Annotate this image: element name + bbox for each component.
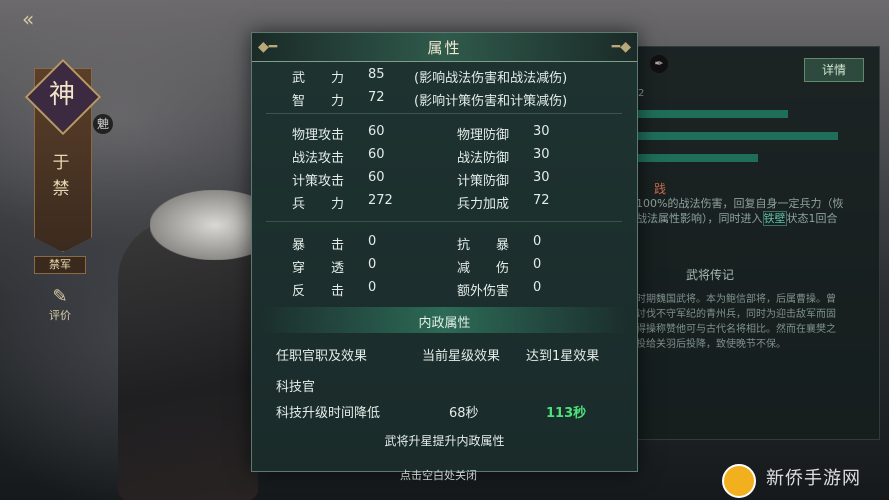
rank-label: 神 (48, 80, 75, 110)
stat-value: 30 (533, 170, 550, 185)
bio-title: 武将传记 (686, 268, 735, 282)
faction-seal-icon: 䰠 (93, 114, 113, 134)
stat-name: 穿 透 (292, 261, 345, 276)
skill-desc-text: 战法属性影响），同时进入 (636, 212, 763, 225)
stat-value: 60 (368, 124, 385, 139)
stat-value: 0 (368, 234, 377, 249)
back-arrow-icon[interactable]: « (22, 8, 62, 30)
skill-name: 践 (654, 182, 667, 196)
general-name-char-1: 于 (52, 153, 70, 173)
stat-value: 0 (533, 257, 542, 272)
general-name-char-2: 禁 (52, 179, 70, 199)
footer-note: 武将升星提升内政属性 (384, 434, 505, 448)
stat-value: 60 (368, 170, 385, 185)
modal-title: 属性 (427, 39, 462, 57)
stat-value: 60 (368, 147, 385, 162)
general-figure (118, 220, 258, 500)
progress-bar-2 (638, 132, 838, 140)
skill-description: 100%的战法伤害，回复自身一定兵力（恢 战法属性影响），同时进入铁壁状态1回合 (636, 196, 864, 226)
stat-name: 反 击 (292, 284, 345, 299)
bio-line: 讨伐不守军纪的青州兵，同时为迎击敌军而固 (636, 309, 836, 320)
bio-line: 得操称赞他可与古代名将相比。然而在襄樊之 (636, 324, 836, 335)
stat-name: 兵 力 (292, 197, 345, 212)
bio-line: 时期魏国武将。本为鲍信部将，后属曹操。曾 (636, 294, 836, 305)
stat-value: 30 (533, 124, 550, 139)
skill-desc-line-1: 100%的战法伤害，回复自身一定兵力（恢 (636, 197, 844, 210)
stat-name: 兵力加成 (457, 197, 510, 212)
stat-value: 85 (368, 67, 385, 82)
internal-effect-current: 68秒 (449, 406, 479, 421)
stat-name: 物理防御 (457, 128, 510, 143)
close-hint[interactable]: 点击空白处关闭 (400, 467, 477, 483)
internal-header-next: 达到1星效果 (526, 349, 600, 364)
skill-type-icon: ✒ (650, 55, 668, 73)
stat-value: 72 (533, 193, 550, 208)
attributes-modal: ◆━ 属性 ━◆ 武 力 85 (影响战法伤害和战法减伤) 智 力 72 (影响… (251, 32, 638, 472)
stat-name: 暴 击 (292, 238, 345, 253)
watermark: 新侨手游网 (722, 458, 882, 498)
stat-name: 武 力 (292, 71, 345, 86)
review-label: 评价 (49, 309, 71, 322)
internal-header-post: 任职官职及效果 (276, 349, 368, 364)
stat-value: 272 (368, 193, 393, 208)
stat-name: 抗 暴 (457, 238, 510, 253)
stat-name: 智 力 (292, 94, 345, 109)
internal-header-current: 当前星级效果 (422, 349, 501, 364)
internal-section-title: 内政属性 (418, 316, 471, 331)
stat-value: 0 (533, 280, 542, 295)
bio-line: 投给关羽后投降，致使晚节不保。 (636, 339, 786, 350)
stat-value: 0 (533, 234, 542, 249)
skill-desc-end: 状态1回合 (786, 212, 838, 225)
divider (266, 221, 622, 222)
stat-name: 计策攻击 (292, 174, 345, 189)
review-button[interactable]: ✎ 评价 (44, 286, 76, 323)
progress-bar-3 (638, 154, 758, 162)
stat-value: 0 (368, 257, 377, 272)
stat-value: 72 (368, 90, 385, 105)
stat-name: 额外伤害 (457, 284, 510, 299)
stat-name: 物理攻击 (292, 128, 345, 143)
watermark-text: 新侨手游网 (766, 468, 861, 489)
stat-desc: (影响战法伤害和战法减伤) (414, 71, 568, 86)
star-count: 2 (638, 88, 645, 99)
progress-bar-1 (638, 110, 788, 118)
internal-effect-name: 科技升级时间降低 (276, 406, 381, 421)
army-tag: 禁军 (34, 256, 86, 274)
internal-post-name: 科技官 (276, 380, 316, 395)
detail-button[interactable]: 详情 (804, 58, 864, 82)
stat-desc: (影响计策伤害和计策减伤) (414, 94, 568, 109)
modal-header: ◆━ 属性 ━◆ (252, 33, 637, 62)
watermark-logo-icon (722, 464, 756, 498)
stat-value: 30 (533, 147, 550, 162)
edit-icon: ✎ (52, 286, 68, 307)
stat-value: 0 (368, 280, 377, 295)
general-info-panel (628, 46, 880, 440)
stat-name: 减 伤 (457, 261, 510, 276)
corner-ornament-icon: ━◆ (611, 39, 631, 55)
general-name: 于 禁 (48, 150, 74, 202)
stat-name: 战法防御 (457, 151, 510, 166)
internal-effect-next: 113秒 (546, 406, 587, 421)
stat-name: 计策防御 (457, 174, 510, 189)
skill-desc-line-2: 战法属性影响），同时进入铁壁状态1回合 (636, 211, 864, 226)
bio-text: 时期魏国武将。本为鲍信部将，后属曹操。曾 讨伐不守军纪的青州兵，同时为迎击敌军而… (636, 292, 864, 352)
skill-keyword[interactable]: 铁壁 (762, 211, 787, 226)
divider (266, 113, 622, 114)
stat-name: 战法攻击 (292, 151, 345, 166)
